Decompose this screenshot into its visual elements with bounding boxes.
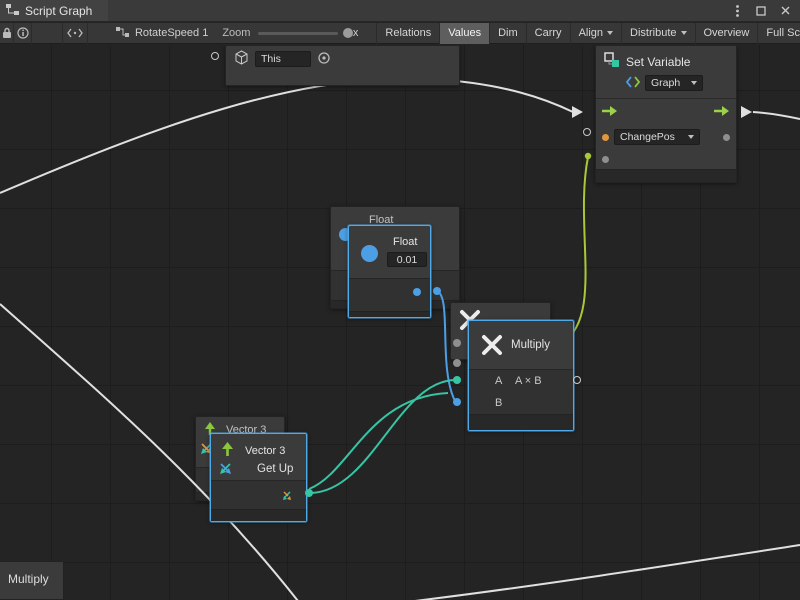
- value-input-port[interactable]: [602, 156, 609, 163]
- float-title: Float: [393, 236, 417, 248]
- vector3-type-icon: [219, 462, 232, 478]
- caret-down-icon: [681, 31, 687, 35]
- this-object-field[interactable]: This: [255, 51, 311, 67]
- multiply-port-a[interactable]: [453, 376, 461, 384]
- graph-name: RotateSpeed 1: [135, 27, 208, 39]
- multiply-ghost-port-b[interactable]: [453, 359, 461, 367]
- relations-button[interactable]: Relations: [376, 23, 439, 44]
- zoom-slider[interactable]: [258, 32, 337, 35]
- this-output-port[interactable]: [211, 52, 219, 60]
- kebab-menu-icon[interactable]: [730, 4, 744, 18]
- script-graph-window: Script Graph RotateSp: [0, 0, 800, 600]
- title-bar: Script Graph: [0, 0, 800, 22]
- set-variable-footer: [596, 169, 736, 182]
- caret-down-icon: [691, 81, 697, 85]
- carry-button[interactable]: Carry: [526, 23, 570, 44]
- graph-breadcrumb[interactable]: RotateSpeed 1: [116, 26, 208, 41]
- variable-name-dropdown[interactable]: ChangePos: [614, 129, 700, 145]
- close-icon[interactable]: [778, 4, 792, 18]
- vector3-mini-icon: [282, 491, 292, 504]
- info-icon[interactable]: [14, 23, 32, 44]
- graph-toolbar: RotateSpeed 1 Zoom 1x Relations Values D…: [0, 23, 800, 44]
- maximize-icon[interactable]: [754, 4, 768, 18]
- multiply-footer: [469, 414, 573, 430]
- set-variable-title: Set Variable: [626, 55, 690, 69]
- code-view-icon[interactable]: [62, 23, 88, 44]
- target-picker-icon[interactable]: [317, 51, 331, 68]
- get-up-node[interactable]: Vector 3 Get Up: [210, 433, 307, 522]
- variable-name-port[interactable]: [602, 134, 609, 141]
- float-value-field[interactable]: 0.01: [387, 252, 427, 267]
- script-graph-icon: [6, 4, 19, 18]
- offscreen-node-title: Multiply: [8, 572, 49, 586]
- set-variable-left-port[interactable]: [583, 128, 591, 136]
- get-up-type-title: Vector 3: [245, 445, 285, 457]
- graph-asset-icon: [116, 26, 130, 41]
- caret-down-icon: [688, 135, 694, 139]
- this-node[interactable]: This: [225, 45, 460, 86]
- graph-scope-icon: [626, 76, 640, 91]
- graph-canvas[interactable]: This Set Variable: [0, 45, 800, 600]
- float-type-icon: [361, 245, 378, 262]
- flow-output-arrow-icon[interactable]: [714, 105, 730, 120]
- overview-button[interactable]: Overview: [695, 23, 758, 44]
- up-arrow-icon: [221, 442, 234, 460]
- flow-input-arrow-icon[interactable]: [602, 105, 618, 120]
- variable-output-port[interactable]: [723, 134, 730, 141]
- zoom-slider-knob[interactable]: [343, 28, 353, 38]
- float-footer: [349, 311, 430, 317]
- multiply-input-a-label: A: [495, 375, 502, 387]
- gameobject-cube-icon: [234, 50, 249, 68]
- float-ghost-output-port[interactable]: [433, 287, 441, 295]
- get-up-output-port[interactable]: [305, 489, 313, 497]
- caret-down-icon: [607, 31, 613, 35]
- multiply-ghost-port-a[interactable]: [453, 339, 461, 347]
- window-controls: [730, 4, 800, 18]
- float-value: 0.01: [397, 254, 417, 266]
- offscreen-multiply-node[interactable]: Multiply: [0, 561, 64, 600]
- multiply-title: Multiply: [511, 339, 550, 351]
- this-field-value: This: [261, 53, 281, 65]
- lock-icon[interactable]: [0, 23, 14, 44]
- multiply-node[interactable]: Multiply A A × B B: [468, 320, 574, 431]
- float-node[interactable]: Float 0.01: [348, 225, 431, 318]
- toolbar-buttons: Relations Values Dim Carry Align Distrib…: [376, 23, 800, 44]
- variable-scope-dropdown[interactable]: Graph: [645, 75, 703, 91]
- multiply-icon: [481, 334, 503, 359]
- multiply-output-port[interactable]: [573, 376, 581, 384]
- get-up-footer: [211, 509, 306, 521]
- set-variable-node[interactable]: Set Variable Graph: [595, 45, 737, 183]
- float-output-port[interactable]: [413, 288, 421, 296]
- variable-name-value: ChangePos: [620, 131, 684, 143]
- dim-button[interactable]: Dim: [489, 23, 526, 44]
- multiply-input-b-label: B: [495, 397, 502, 409]
- values-button[interactable]: Values: [439, 23, 489, 44]
- scope-value: Graph: [651, 77, 687, 89]
- script-graph-tab[interactable]: Script Graph: [0, 0, 108, 21]
- multiply-port-b[interactable]: [453, 398, 461, 406]
- window-title: Script Graph: [25, 4, 92, 18]
- align-dropdown-button[interactable]: Align: [570, 23, 621, 44]
- get-up-title: Get Up: [257, 463, 293, 475]
- set-variable-icon: [604, 52, 620, 71]
- multiply-output-label: A × B: [515, 375, 542, 387]
- distribute-dropdown-button[interactable]: Distribute: [621, 23, 694, 44]
- fullscreen-button[interactable]: Full Screen: [757, 23, 800, 44]
- zoom-label: Zoom: [222, 27, 250, 39]
